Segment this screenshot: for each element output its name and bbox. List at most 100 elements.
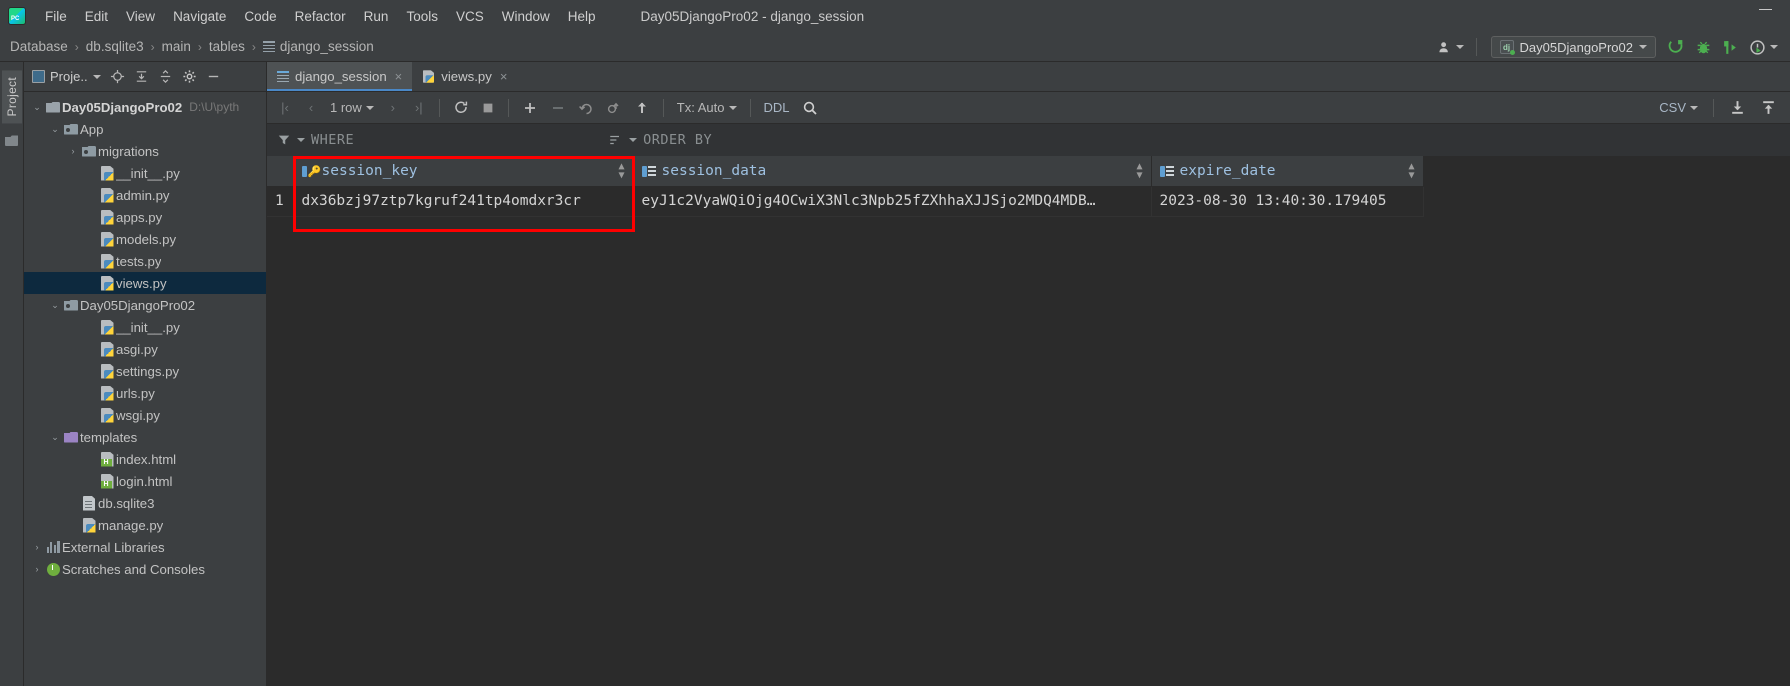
tree-item[interactable]: index.html (24, 448, 266, 470)
chevron-down-icon[interactable]: ⌄ (48, 300, 62, 311)
tree-item[interactable]: __init__.py (24, 316, 266, 338)
reload-button[interactable] (448, 96, 474, 120)
debug-button[interactable] (1691, 36, 1716, 58)
collapse-all-icon[interactable] (155, 66, 177, 88)
next-page-button[interactable]: › (381, 96, 405, 120)
order-by-filter[interactable]: ORDER BY (608, 132, 718, 148)
project-tree[interactable]: ⌄ Day05DjangoPro02 D:\U\pyth ⌄ App › migration… (24, 92, 266, 686)
menu-item-code[interactable]: Code (235, 6, 285, 27)
tree-item[interactable]: db.sqlite3 (24, 492, 266, 514)
user-icon[interactable] (1434, 36, 1468, 58)
menu-item-view[interactable]: View (117, 6, 164, 27)
prev-page-button[interactable]: ‹ (299, 96, 323, 120)
menu-item-navigate[interactable]: Navigate (164, 6, 235, 27)
revert-button[interactable] (573, 96, 599, 120)
tree-item[interactable]: __init__.py (24, 162, 266, 184)
column-header-session-key[interactable]: 🔑 session_key ▲ ▼ (293, 156, 634, 187)
tree-item[interactable]: manage.py (24, 514, 266, 536)
tree-item[interactable]: › External Libraries (24, 536, 266, 558)
tree-item[interactable]: wsgi.py (24, 404, 266, 426)
cell-expire-date[interactable]: 2023-08-30 13:40:30.179405 (1151, 186, 1424, 217)
run-with-coverage-button[interactable] (1718, 36, 1743, 58)
settings-gear-icon[interactable] (179, 66, 201, 88)
data-grid[interactable]: 🔑 session_key ▲ ▼ session_data ▲ ▼ expire_date ▲… (267, 156, 1790, 686)
breadcrumb-tables[interactable]: tables (209, 39, 245, 54)
tree-item[interactable]: models.py (24, 228, 266, 250)
run-button[interactable] (1664, 36, 1689, 58)
table-row[interactable]: 1 dx36bzj97ztp7kgruf241tp4omdxr3cr eyJ1c2V… (267, 186, 1424, 217)
last-page-button[interactable]: ›| (407, 96, 431, 120)
delete-row-button[interactable] (545, 96, 571, 120)
tab-django-session[interactable]: django_session × (267, 62, 413, 91)
chevron-down-icon[interactable]: ⌄ (48, 124, 62, 135)
export-format-selector[interactable]: CSV (1654, 96, 1703, 120)
chevron-right-icon[interactable]: › (30, 564, 44, 574)
tree-item[interactable]: ⌄ Day05DjangoPro02 (24, 294, 266, 316)
menu-item-tools[interactable]: Tools (397, 6, 447, 27)
breadcrumb-database[interactable]: Database (10, 39, 68, 54)
tree-item[interactable]: login.html (24, 470, 266, 492)
chevron-down-icon[interactable]: ⌄ (48, 432, 62, 443)
chevron-right-icon[interactable]: › (30, 542, 44, 552)
sidebar-item-project[interactable]: Project (1, 70, 22, 124)
tree-item-label: External Libraries (62, 539, 165, 555)
ddl-button[interactable]: DDL (759, 96, 795, 120)
breadcrumb-separator: › (150, 39, 155, 54)
tree-item[interactable]: urls.py (24, 382, 266, 404)
breadcrumb-django-session[interactable]: django_session (262, 39, 374, 54)
expand-all-icon[interactable] (131, 66, 153, 88)
chevron-right-icon[interactable]: › (66, 146, 80, 156)
project-view-selector[interactable]: Proje.. (28, 69, 105, 84)
first-page-button[interactable]: |‹ (273, 96, 297, 120)
tree-item[interactable]: ⌄ App (24, 118, 266, 140)
menu-item-run[interactable]: Run (355, 6, 398, 27)
submit-button[interactable] (629, 96, 655, 120)
row-count-selector[interactable]: 1 row (325, 96, 379, 120)
close-icon[interactable]: × (500, 69, 508, 84)
locate-icon[interactable] (107, 66, 129, 88)
scratches-icon (46, 562, 60, 576)
export-data-icon[interactable] (1724, 96, 1751, 120)
chevron-down-icon[interactable]: ⌄ (30, 102, 44, 113)
revert-selected-button[interactable] (601, 96, 627, 120)
transaction-mode-label: Tx: Auto (676, 100, 725, 115)
menu-item-refactor[interactable]: Refactor (286, 6, 355, 27)
where-filter[interactable]: WHERE (277, 132, 360, 148)
cell-session-data[interactable]: eyJ1c2VyaWQiOjg4OCwiX3Nlc3Npb25fZXhhaXJJ… (633, 186, 1152, 217)
breadcrumb-db-sqlite3[interactable]: db.sqlite3 (86, 39, 144, 54)
sort-toggle-icon[interactable]: ▲ ▼ (1136, 161, 1142, 180)
stop-button[interactable] (476, 96, 500, 120)
column-header-session-data[interactable]: session_data ▲ ▼ (633, 156, 1152, 187)
tree-item[interactable]: › migrations (24, 140, 266, 162)
minimize-button[interactable] (1759, 9, 1772, 10)
transaction-mode-selector[interactable]: Tx: Auto (672, 96, 742, 120)
tab-views-py[interactable]: views.py × (412, 62, 517, 91)
menu-item-window[interactable]: Window (493, 6, 559, 27)
tree-item[interactable]: tests.py (24, 250, 266, 272)
sort-toggle-icon[interactable]: ▲ ▼ (1408, 161, 1414, 180)
menu-item-help[interactable]: Help (559, 6, 605, 27)
tree-item[interactable]: settings.py (24, 360, 266, 382)
menu-item-edit[interactable]: Edit (76, 6, 117, 27)
tree-item[interactable]: apps.py (24, 206, 266, 228)
tree-item[interactable]: › Scratches and Consoles (24, 558, 266, 580)
tree-item[interactable]: ⌄ templates (24, 426, 266, 448)
close-icon[interactable]: × (395, 69, 403, 84)
run-configuration-selector[interactable]: dj Day05DjangoPro02 (1490, 36, 1656, 58)
profile-button[interactable] (1745, 36, 1782, 58)
tree-item[interactable]: ⌄ Day05DjangoPro02 D:\U\pyth (24, 96, 266, 118)
column-header-expire-date[interactable]: expire_date ▲ ▼ (1151, 156, 1424, 187)
tree-item[interactable]: asgi.py (24, 338, 266, 360)
tree-item[interactable]: admin.py (24, 184, 266, 206)
cell-session-key[interactable]: dx36bzj97ztp7kgruf241tp4omdxr3cr (293, 186, 634, 217)
search-icon[interactable] (797, 96, 823, 120)
import-data-icon[interactable] (1755, 96, 1782, 120)
tree-item[interactable]: views.py (24, 272, 266, 294)
hide-panel-icon[interactable] (203, 66, 225, 88)
menu-item-vcs[interactable]: VCS (447, 6, 493, 27)
menu-item-file[interactable]: File (36, 6, 76, 27)
add-row-button[interactable] (517, 96, 543, 120)
breadcrumb-main[interactable]: main (162, 39, 191, 54)
structure-folder-icon[interactable] (5, 135, 18, 147)
sort-toggle-icon[interactable]: ▲ ▼ (618, 161, 624, 180)
